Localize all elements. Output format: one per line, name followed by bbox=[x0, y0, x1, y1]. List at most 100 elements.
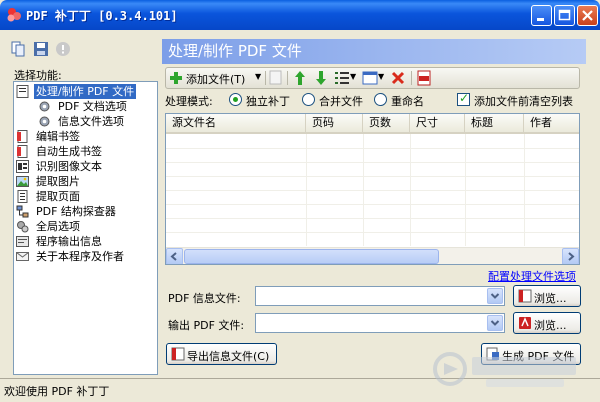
add-file-button[interactable]: 添加文件(T) bbox=[169, 70, 257, 86]
tree-item-label: PDF 结构探查器 bbox=[36, 205, 116, 218]
maximize-button[interactable] bbox=[554, 5, 575, 26]
export-info-button[interactable]: 导出信息文件(C) bbox=[166, 343, 277, 365]
app-logo-icon bbox=[7, 8, 21, 22]
column-header-filename[interactable]: 源文件名 bbox=[166, 114, 306, 132]
column-header-page[interactable]: 页码 bbox=[306, 114, 363, 132]
chevron-left-icon bbox=[170, 252, 177, 261]
copy-icon[interactable] bbox=[10, 41, 26, 57]
radio-merge[interactable] bbox=[302, 93, 315, 106]
options-icon bbox=[17, 221, 29, 233]
minimize-button[interactable] bbox=[531, 5, 552, 26]
clear-list-label: 添加文件前清空列表 bbox=[474, 95, 573, 108]
arrow-down-icon[interactable] bbox=[314, 70, 328, 86]
grid-line bbox=[166, 148, 579, 149]
clear-list-checkbox[interactable] bbox=[457, 91, 470, 106]
close-button[interactable] bbox=[577, 5, 598, 26]
grid-line bbox=[363, 134, 364, 246]
book-icon bbox=[171, 347, 185, 361]
output-icon bbox=[16, 236, 29, 247]
pdf-info-combo[interactable] bbox=[255, 286, 505, 306]
chevron-down-icon bbox=[490, 320, 500, 326]
browse-output-button[interactable]: 浏览... bbox=[513, 312, 581, 334]
document-icon bbox=[16, 85, 29, 98]
column-header-size[interactable]: 尺寸 bbox=[410, 114, 465, 132]
column-header-page-count[interactable]: 页数 bbox=[363, 114, 410, 132]
output-pdf-combo[interactable] bbox=[255, 313, 505, 333]
left-toolbar bbox=[10, 41, 74, 59]
page-icon bbox=[17, 190, 28, 203]
status-text: 欢迎使用 PDF 补丁丁 bbox=[4, 385, 110, 398]
bookmark-icon bbox=[17, 145, 28, 158]
delete-icon[interactable] bbox=[390, 70, 406, 86]
tree-item-label: 编辑书签 bbox=[36, 130, 80, 143]
add-icon bbox=[170, 72, 182, 84]
mail-icon bbox=[16, 252, 29, 261]
tree-item-label: 关于本程序及作者 bbox=[36, 250, 124, 263]
tree-item-label: 识别图像文本 bbox=[36, 160, 102, 173]
info-icon[interactable] bbox=[55, 41, 71, 57]
column-header-title[interactable]: 标题 bbox=[465, 114, 524, 132]
dropdown-button[interactable] bbox=[487, 315, 503, 331]
gear-icon bbox=[39, 116, 50, 127]
scroll-right-button[interactable] bbox=[562, 248, 579, 264]
chevron-down-icon[interactable]: ▼ bbox=[255, 72, 261, 88]
separator bbox=[287, 71, 288, 85]
save-icon[interactable] bbox=[33, 41, 49, 57]
scroll-thumb[interactable] bbox=[184, 249, 439, 264]
scroll-left-button[interactable] bbox=[166, 248, 183, 264]
column-header-author[interactable]: 作者 bbox=[524, 114, 579, 132]
tree-item-label: 处理/制作 PDF 文件 bbox=[34, 84, 137, 99]
radio-standalone-label: 独立补丁 bbox=[246, 95, 290, 108]
radio-merge-label: 合并文件 bbox=[319, 95, 363, 108]
close-icon bbox=[582, 10, 593, 21]
chevron-down-icon[interactable]: ▼ bbox=[378, 72, 384, 88]
book-icon bbox=[518, 289, 532, 303]
browse-label: 浏览... bbox=[534, 292, 567, 305]
file-table[interactable]: 源文件名 页码 页数 尺寸 标题 作者 bbox=[165, 113, 580, 265]
arrow-up-icon[interactable] bbox=[293, 70, 307, 86]
numbered-list-icon[interactable] bbox=[334, 70, 350, 86]
browse-label: 浏览... bbox=[534, 319, 567, 332]
blank-page-icon[interactable] bbox=[269, 70, 283, 86]
tree-item-label: 信息文件选项 bbox=[58, 115, 124, 128]
grid-line bbox=[166, 176, 579, 177]
radio-rename-label: 重命名 bbox=[391, 95, 424, 108]
pdf-info-label: PDF 信息文件: bbox=[168, 292, 241, 305]
window-layout-icon[interactable] bbox=[362, 70, 378, 86]
grid-line bbox=[166, 162, 579, 163]
pdf-icon[interactable] bbox=[416, 70, 432, 86]
watermark-logo bbox=[433, 352, 576, 387]
browse-info-button[interactable]: 浏览... bbox=[513, 285, 581, 307]
chevron-right-icon bbox=[568, 252, 575, 261]
chevron-down-icon[interactable]: ▼ bbox=[350, 72, 356, 88]
minimize-icon bbox=[537, 18, 544, 21]
section-header: 处理/制作 PDF 文件 bbox=[162, 39, 586, 64]
tree-item-label: 全局选项 bbox=[36, 220, 80, 233]
mode-label: 处理模式: bbox=[165, 95, 213, 108]
grid-line bbox=[465, 134, 466, 246]
bookmark-icon bbox=[17, 130, 28, 143]
config-options-link[interactable]: 配置处理文件选项 bbox=[488, 268, 576, 284]
horizontal-scrollbar[interactable] bbox=[166, 247, 579, 264]
function-tree[interactable]: 处理/制作 PDF 文件 PDF 文档选项 信息文件选项 编辑书签 自动生成书签… bbox=[13, 81, 158, 375]
grid-line bbox=[306, 134, 307, 246]
image-icon bbox=[16, 176, 29, 187]
gear-icon bbox=[39, 101, 50, 112]
ocr-icon bbox=[16, 160, 29, 173]
title-bar: PDF 补丁丁 [0.3.4.101] bbox=[0, 0, 600, 30]
export-info-label: 导出信息文件(C) bbox=[187, 350, 270, 363]
radio-rename[interactable] bbox=[374, 93, 387, 106]
grid-line bbox=[166, 232, 579, 233]
structure-icon bbox=[16, 205, 29, 218]
maximize-icon bbox=[558, 9, 571, 21]
grid-line bbox=[166, 204, 579, 205]
radio-standalone[interactable] bbox=[229, 93, 242, 106]
main-toolbar: 添加文件(T) ▼ ▼ ▼ bbox=[165, 67, 580, 89]
dropdown-button[interactable] bbox=[487, 288, 503, 304]
table-header: 源文件名 页码 页数 尺寸 标题 作者 bbox=[166, 114, 579, 134]
pdf-icon bbox=[519, 317, 531, 329]
tree-item-label: 程序输出信息 bbox=[36, 235, 102, 248]
chevron-down-icon bbox=[490, 293, 500, 299]
grid-line bbox=[166, 190, 579, 191]
tree-item-label: 提取图片 bbox=[36, 175, 80, 188]
